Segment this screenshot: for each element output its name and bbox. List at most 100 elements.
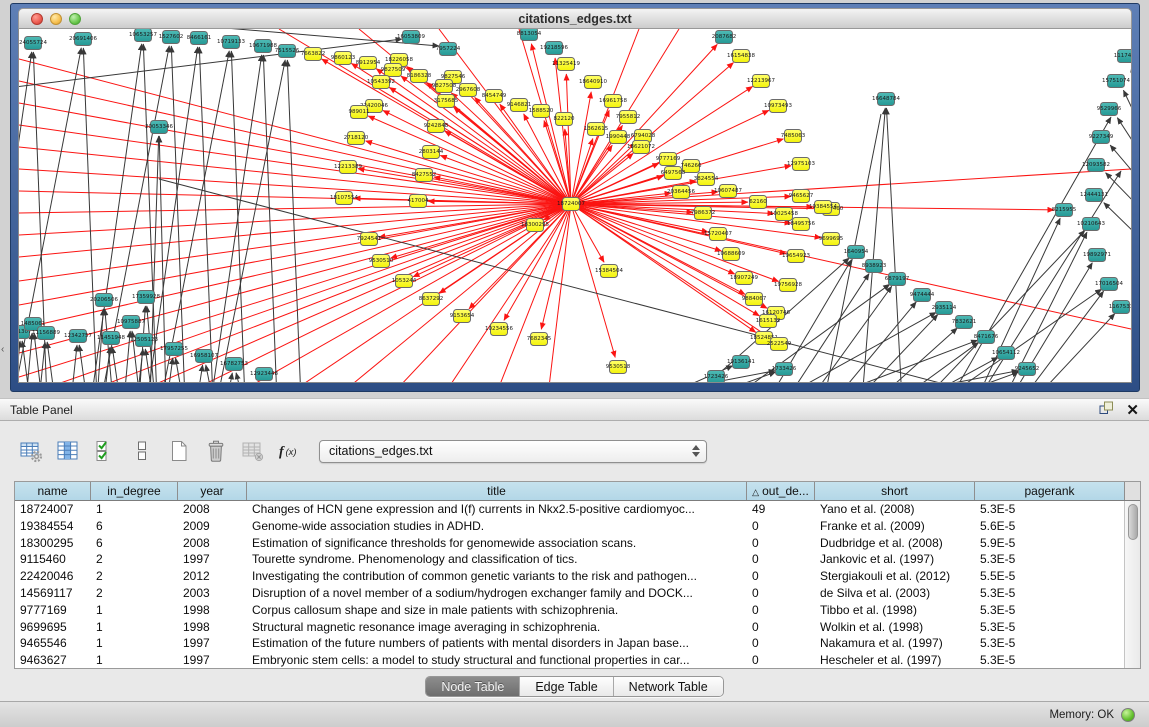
network-node[interactable]: 2087682	[715, 30, 733, 44]
network-node[interactable]: 3175685	[437, 94, 455, 108]
network-node[interactable]: 10025458	[775, 207, 793, 221]
network-node[interactable]: 16154838	[732, 49, 750, 63]
network-node[interactable]: 10210643	[1082, 217, 1100, 231]
network-node[interactable]: 12444131	[1085, 188, 1103, 202]
table-row[interactable]: 946554611997Estimation of the future num…	[15, 635, 1140, 652]
network-node[interactable]: 16958107	[195, 349, 213, 363]
network-node[interactable]: 12923448	[255, 367, 273, 381]
network-node[interactable]: 19654923	[787, 249, 805, 263]
create-table-icon[interactable]	[166, 438, 192, 464]
network-node[interactable]: 11325419	[557, 57, 575, 71]
tab-node-table[interactable]: Node Table	[426, 677, 519, 696]
network-node[interactable]: 18300295	[526, 218, 544, 232]
table-row[interactable]: 946362711997Embryonic stem cells: a mode…	[15, 652, 1140, 669]
panel-collapse-arrow[interactable]: ‹	[1, 344, 4, 355]
network-node[interactable]: 8938923	[865, 259, 883, 273]
network-node[interactable]: 11156889	[37, 326, 55, 340]
network-node[interactable]: 9530518	[609, 360, 627, 374]
network-node[interactable]: 12505123	[135, 333, 153, 347]
network-node[interactable]: 10671988	[254, 39, 272, 53]
vertical-scrollbar[interactable]	[1124, 501, 1140, 668]
network-node[interactable]: 10688609	[722, 247, 740, 261]
network-node[interactable]: 18724007	[562, 197, 580, 211]
network-node[interactable]: 10234556	[490, 322, 508, 336]
network-node[interactable]: 7515526	[278, 44, 296, 58]
network-node[interactable]: 7485063	[784, 129, 802, 143]
network-node[interactable]: 62160	[749, 195, 767, 209]
network-node[interactable]: 7955812	[619, 110, 637, 124]
network-canvas[interactable]: 2405572420691406106532571527602846616110…	[18, 29, 1132, 383]
network-node[interactable]: 1362615	[587, 122, 605, 136]
network-node[interactable]: 7924541	[360, 232, 378, 246]
tab-network-table[interactable]: Network Table	[613, 677, 723, 696]
table-row[interactable]: 1456911722003Disruption of a novel membe…	[15, 585, 1140, 602]
network-node[interactable]: 7682345	[530, 332, 548, 346]
select-columns-icon[interactable]	[92, 438, 118, 464]
table-row[interactable]: 1938455462009Genome-wide association stu…	[15, 518, 1140, 535]
network-node[interactable]: 6497568	[664, 166, 682, 180]
close-panel-icon[interactable]: ✕	[1126, 402, 1139, 420]
network-node[interactable]: 18907249	[735, 271, 753, 285]
network-node[interactable]: 9884067	[745, 292, 763, 306]
column-header-name[interactable]: name	[15, 482, 91, 500]
network-node[interactable]: 11451948	[102, 331, 120, 345]
float-panel-icon[interactable]	[1099, 401, 1114, 420]
network-node[interactable]: 10719133	[222, 35, 240, 49]
minimize-window-button[interactable]	[50, 13, 62, 25]
network-node[interactable]: 3824554	[697, 172, 715, 186]
network-node[interactable]: 6879197	[888, 272, 906, 286]
column-header-out_de[interactable]: △out_de...	[747, 482, 815, 500]
delete-table-icon[interactable]	[203, 438, 229, 464]
network-node[interactable]: 8471676	[977, 330, 995, 344]
window-titlebar[interactable]: citations_edges.txt	[18, 8, 1132, 29]
network-node[interactable]: 8215955	[1055, 203, 1073, 217]
network-node[interactable]: 9860123	[334, 51, 352, 65]
column-settings-icon[interactable]	[55, 438, 81, 464]
table-settings-icon[interactable]	[18, 438, 44, 464]
network-node[interactable]: 8186328	[410, 69, 428, 83]
network-node[interactable]: 8454749	[485, 89, 503, 103]
network-node[interactable]: 7986372	[694, 206, 712, 220]
network-node[interactable]: 20691406	[74, 32, 92, 46]
column-header-title[interactable]: title	[247, 482, 747, 500]
network-node[interactable]: 2803144	[422, 145, 440, 159]
network-node[interactable]: 10654112	[997, 346, 1015, 360]
network-node[interactable]: 16648784	[877, 92, 895, 106]
network-node[interactable]: 19756928	[779, 278, 797, 292]
network-node[interactable]: 10975887	[122, 315, 140, 329]
network-node[interactable]: 9465627	[792, 189, 810, 203]
tab-edge-table[interactable]: Edge Table	[519, 677, 612, 696]
network-node[interactable]: 20364456	[672, 185, 690, 199]
network-node[interactable]: 17957255	[165, 342, 183, 356]
network-node[interactable]: 822120	[555, 112, 573, 126]
network-node[interactable]: 9474444	[913, 288, 931, 302]
network-node[interactable]: 9777169	[659, 152, 677, 166]
network-node[interactable]: 20053346	[150, 120, 168, 134]
network-node[interactable]: 17359928	[137, 290, 155, 304]
network-node[interactable]: 9146821	[510, 98, 528, 112]
network-node[interactable]: 9529966	[1100, 102, 1118, 116]
network-node[interactable]: 12213389	[339, 160, 357, 174]
table-row[interactable]: 2242004622012Investigating the contribut…	[15, 568, 1140, 585]
network-node[interactable]: 18107554	[335, 191, 353, 205]
network-node[interactable]: 9530510	[372, 254, 390, 268]
close-window-button[interactable]	[31, 13, 43, 25]
column-header-year[interactable]: year	[178, 482, 247, 500]
table-chooser-select[interactable]: citations_edges.txt	[319, 440, 707, 463]
network-node[interactable]: 1615132	[759, 314, 777, 328]
zoom-window-button[interactable]	[69, 13, 81, 25]
network-node[interactable]: 9827508	[435, 79, 453, 93]
network-node[interactable]: 7957224	[439, 42, 457, 56]
network-node[interactable]: 9227349	[1092, 130, 1110, 144]
network-node[interactable]: 2935114	[935, 301, 953, 315]
network-node[interactable]: 12975103	[792, 157, 810, 171]
column-header-pagerank[interactable]: pagerank	[975, 482, 1125, 500]
table-row[interactable]: 1830029562008Estimation of significance …	[15, 535, 1140, 552]
network-node[interactable]: 10973493	[769, 99, 787, 113]
network-node[interactable]: 1723426	[707, 370, 725, 383]
network-node[interactable]: 8637292	[422, 292, 440, 306]
network-node[interactable]: 18495756	[792, 217, 810, 231]
network-node[interactable]: 1527602	[162, 30, 180, 44]
network-node[interactable]: 2718120	[347, 131, 365, 145]
network-node[interactable]: 8813054	[520, 29, 538, 41]
